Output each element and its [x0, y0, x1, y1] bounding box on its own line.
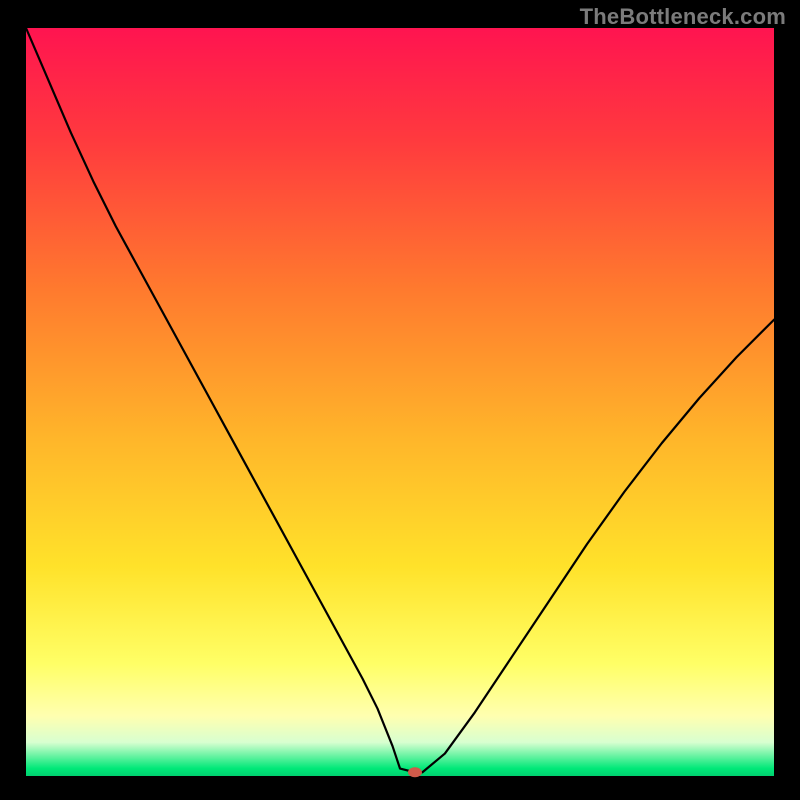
watermark-text: TheBottleneck.com: [580, 4, 786, 30]
bottleneck-chart: [0, 0, 800, 800]
plot-background: [26, 28, 774, 776]
optimum-marker: [408, 767, 422, 777]
chart-container: TheBottleneck.com: [0, 0, 800, 800]
